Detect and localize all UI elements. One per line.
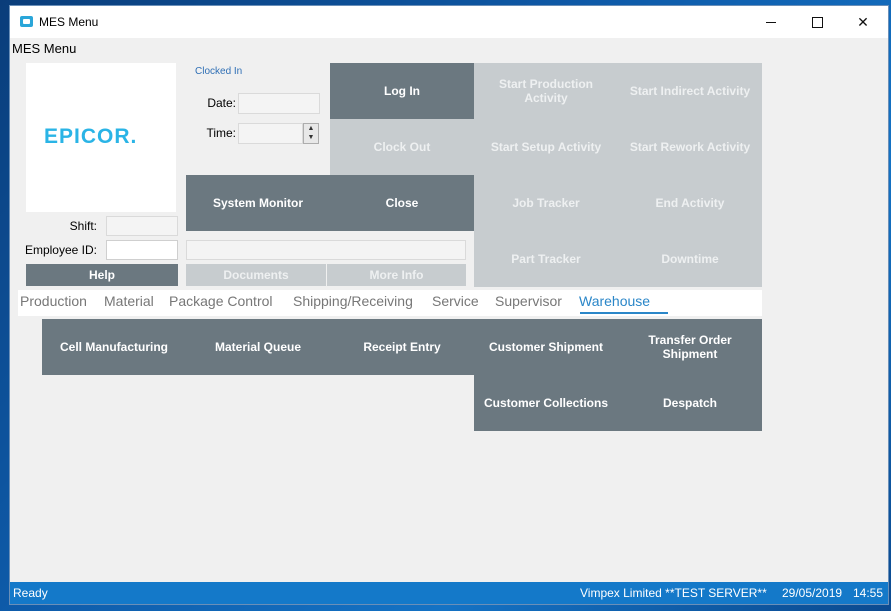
start-rework-activity-button[interactable]: Start Rework Activity — [618, 119, 762, 175]
mes-menu-window: MES Menu ✕ MES Menu EPICOR. Clocked In D… — [10, 6, 888, 604]
time-field[interactable] — [238, 123, 303, 144]
start-indirect-activity-button[interactable]: Start Indirect Activity — [618, 63, 762, 119]
help-button[interactable]: Help — [26, 264, 178, 286]
clock-out-button[interactable]: Clock Out — [330, 119, 474, 175]
logo-panel: EPICOR. — [26, 63, 176, 212]
menu-bar: MES Menu — [10, 38, 888, 60]
close-window-button[interactable]: ✕ — [840, 6, 886, 38]
despatch-button[interactable]: Despatch — [618, 375, 762, 431]
time-label: Time: — [206, 126, 236, 140]
tab-material[interactable]: Material — [104, 293, 154, 309]
date-field[interactable] — [238, 93, 320, 114]
date-label: Date: — [207, 96, 236, 110]
app-icon — [20, 16, 33, 27]
title-bar: MES Menu ✕ — [10, 6, 888, 38]
status-text: Ready — [13, 586, 48, 600]
customer-shipment-button[interactable]: Customer Shipment — [474, 319, 618, 375]
close-icon: ✕ — [857, 13, 869, 30]
tab-package-control[interactable]: Package Control — [169, 293, 273, 309]
maximize-icon — [811, 16, 823, 28]
active-tab-indicator — [580, 312, 668, 314]
clocked-in-status: Clocked In — [195, 66, 243, 77]
menu-mes-menu[interactable]: MES Menu — [12, 41, 76, 56]
tab-production[interactable]: Production — [20, 293, 87, 309]
maximize-button[interactable] — [794, 6, 840, 38]
cell-manufacturing-button[interactable]: Cell Manufacturing — [42, 319, 186, 375]
job-tracker-button[interactable]: Job Tracker — [474, 175, 618, 231]
chevron-up-icon[interactable]: ▲ — [304, 124, 318, 133]
status-date: 29/05/2019 — [782, 586, 843, 600]
chevron-down-icon[interactable]: ▼ — [304, 133, 318, 142]
downtime-button[interactable]: Downtime — [618, 231, 762, 287]
log-in-button[interactable]: Log In — [330, 63, 474, 119]
customer-collections-button[interactable]: Customer Collections — [474, 375, 618, 431]
shift-field[interactable] — [106, 216, 178, 236]
documents-button[interactable]: Documents — [186, 264, 326, 286]
transfer-order-shipment-button[interactable]: Transfer Order Shipment — [618, 319, 762, 375]
receipt-entry-button[interactable]: Receipt Entry — [330, 319, 474, 375]
tab-service[interactable]: Service — [432, 293, 479, 309]
employee-id-label: Employee ID: — [24, 243, 97, 257]
system-monitor-button[interactable]: System Monitor — [186, 175, 330, 231]
start-setup-activity-button[interactable]: Start Setup Activity — [474, 119, 618, 175]
tab-bar: Production Material Package Control Ship… — [18, 290, 762, 316]
part-tracker-button[interactable]: Part Tracker — [474, 231, 618, 287]
material-queue-button[interactable]: Material Queue — [186, 319, 330, 375]
minimize-icon — [766, 21, 776, 23]
status-company: Vimpex Limited **TEST SERVER** — [580, 586, 767, 600]
shift-label: Shift: — [69, 219, 97, 233]
more-info-button[interactable]: More Info — [327, 264, 466, 286]
end-activity-button[interactable]: End Activity — [618, 175, 762, 231]
status-time: 14:55 — [853, 586, 884, 600]
start-production-activity-button[interactable]: Start Production Activity — [474, 63, 618, 119]
tab-supervisor[interactable]: Supervisor — [495, 293, 562, 309]
employee-id-input[interactable] — [106, 240, 178, 260]
employee-name-field — [186, 240, 466, 260]
close-button[interactable]: Close — [330, 175, 474, 231]
tab-shipping-receiving[interactable]: Shipping/Receiving — [293, 293, 413, 309]
minimize-button[interactable] — [748, 6, 794, 38]
time-spinner[interactable]: ▲ ▼ — [303, 123, 319, 144]
window-title: MES Menu — [39, 15, 99, 29]
status-bar: Ready Vimpex Limited **TEST SERVER** 29/… — [10, 582, 888, 604]
tab-warehouse[interactable]: Warehouse — [579, 293, 650, 309]
epicor-logo: EPICOR. — [44, 125, 138, 148]
